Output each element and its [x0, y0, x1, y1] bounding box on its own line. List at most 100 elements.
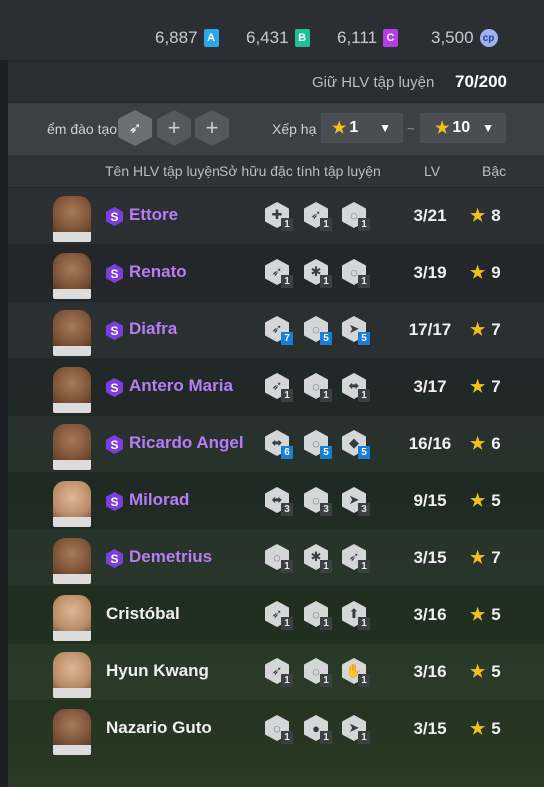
star-icon: ★	[470, 320, 486, 339]
column-traits-header: Sở hữu đặc tính tập luyện	[219, 163, 381, 179]
coach-level: 9/15	[413, 491, 447, 510]
coach-rank: ★ 9	[470, 263, 501, 283]
coach-level: 17/17	[408, 320, 452, 339]
column-lv-header[interactable]: LV	[424, 163, 440, 179]
coach-capacity-value: 70/200	[455, 72, 507, 91]
b-currency-icon: B	[294, 29, 310, 47]
rank-min-dropdown[interactable]: ★ 1 ▼	[321, 113, 403, 143]
sprint-filter-icon: ➶	[128, 120, 142, 137]
coach-level: 3/15	[413, 719, 447, 738]
coach-name: Ettore	[129, 205, 179, 224]
plus-icon: +	[205, 115, 219, 140]
star-icon: ★	[332, 120, 347, 137]
star-icon: ★	[470, 263, 486, 282]
coach-rank-value: 9	[491, 263, 501, 282]
rank-max-dropdown[interactable]: ★ 10 ▼	[420, 113, 506, 143]
star-icon: ★	[470, 377, 486, 396]
left-edge	[0, 60, 8, 787]
range-separator: ~	[407, 121, 415, 136]
trait-level: 1	[281, 674, 293, 687]
coach-name: Cristóbal	[106, 604, 180, 623]
trait-level: 1	[281, 218, 293, 231]
coach-name: Ricardo Angel	[129, 433, 244, 452]
star-icon: ★	[470, 491, 486, 510]
coach-rank: ★ 7	[470, 548, 501, 568]
training-points-label: ểm đào tạo	[47, 121, 118, 137]
trait-level: 1	[320, 560, 332, 573]
coach-level: 3/19	[413, 263, 447, 282]
trait-level: 7	[281, 332, 293, 345]
trait-level: 3	[358, 503, 370, 516]
column-name-header[interactable]: Tên HLV tập luyện	[105, 163, 220, 179]
star-icon: ★	[470, 548, 486, 567]
coach-rank-value: 5	[491, 719, 501, 738]
coach-name: Hyun Kwang	[106, 661, 209, 680]
coach-rank-value: 6	[491, 434, 501, 453]
trait-level: 1	[358, 389, 370, 402]
coach-level: 16/16	[408, 434, 452, 453]
coach-rank: ★ 7	[470, 320, 501, 340]
rank-filter-label: Xếp hạ	[272, 121, 317, 137]
currency-a-value: 6,887	[155, 28, 198, 47]
coach-row[interactable]: S Ettore ✚ 1 ➶ 1 ◌ 1 3/21 ★ 8	[8, 188, 544, 244]
coach-rank: ★ 5	[470, 491, 501, 511]
coach-portrait	[53, 652, 91, 698]
cp-coin-icon: cp	[479, 29, 498, 47]
trait-level: 1	[320, 275, 332, 288]
coach-level: 3/16	[413, 662, 447, 681]
coach-row[interactable]: S Demetrius ◌ 1 ✱ 1 ➶ 1 3/15 ★ 7	[8, 530, 544, 586]
coach-row[interactable]: S Milorad ⬌ 3 ◌ 3 ➤ 3 9/15 ★ 5	[8, 473, 544, 529]
trait-level: 1	[281, 731, 293, 744]
currency-c: 6,111 C	[337, 27, 399, 49]
coach-row[interactable]: Hyun Kwang ➶ 1 ◌ 1 ✋ 1 3/16 ★ 5	[8, 644, 544, 700]
coach-rank-value: 7	[491, 548, 501, 567]
trait-level: 1	[358, 731, 370, 744]
trait-level: 1	[281, 275, 293, 288]
trait-level: 1	[281, 560, 293, 573]
coach-portrait	[53, 481, 91, 527]
coach-capacity-label: Giữ HLV tập luyện	[312, 74, 435, 91]
coach-name: Demetrius	[129, 547, 213, 566]
special-coach-icon: S	[106, 321, 123, 340]
special-coach-icon: S	[106, 492, 123, 511]
trait-level: 1	[358, 218, 370, 231]
coach-rank-value: 7	[491, 377, 501, 396]
coach-rank: ★ 6	[470, 434, 501, 454]
special-coach-icon: S	[106, 264, 123, 283]
trait-level: 1	[320, 218, 332, 231]
star-icon: ★	[470, 605, 486, 624]
coach-portrait	[53, 196, 91, 242]
star-icon: ★	[470, 206, 486, 225]
coach-rank-value: 5	[491, 605, 501, 624]
coach-rank: ★ 5	[470, 605, 501, 625]
coach-row[interactable]: S Antero Maria ➶ 1 ◌ 1 ⬌ 1 3/17 ★ 7	[8, 359, 544, 415]
coach-name: Nazario Guto	[106, 718, 212, 737]
coach-rank-value: 8	[491, 206, 501, 225]
coach-row[interactable]: S Diafra ➶ 7 ◌ 5 ➤ 5 17/17 ★ 7	[8, 302, 544, 358]
coach-name: Milorad	[129, 490, 190, 509]
special-coach-icon: S	[106, 207, 123, 226]
trait-level: 6	[281, 446, 293, 459]
coach-name: Diafra	[129, 319, 178, 338]
coach-rank: ★ 7	[470, 377, 501, 397]
coach-level: 3/15	[413, 548, 447, 567]
chevron-down-icon: ▼	[482, 121, 494, 135]
special-coach-icon: S	[106, 435, 123, 454]
coach-row[interactable]: S Ricardo Angel ⬌ 6 ◌ 5 ◆ 5 16/16 ★ 6	[8, 416, 544, 472]
trait-level: 5	[358, 446, 370, 459]
coach-portrait	[53, 253, 91, 299]
coach-row[interactable]: Nazario Guto ◌ 1 ● 1 ➤ 1 3/15 ★ 5	[8, 701, 544, 757]
star-icon: ★	[470, 662, 486, 681]
coach-portrait	[53, 367, 91, 413]
coach-row[interactable]: S Renato ➶ 1 ✱ 1 ◌ 1 3/19 ★ 9	[8, 245, 544, 301]
currency-cp: 3,500 cp	[431, 27, 498, 49]
coach-level: 3/16	[413, 605, 447, 624]
coach-portrait	[53, 310, 91, 356]
coach-portrait	[53, 538, 91, 584]
coach-level: 3/21	[413, 206, 447, 225]
column-rank-header[interactable]: Bậc	[482, 163, 506, 179]
coach-row[interactable]: Cristóbal ➶ 1 ◌ 1 ⬆ 1 3/16 ★ 5	[8, 587, 544, 643]
trait-level: 1	[281, 389, 293, 402]
trait-level: 5	[320, 332, 332, 345]
coach-portrait	[53, 424, 91, 470]
